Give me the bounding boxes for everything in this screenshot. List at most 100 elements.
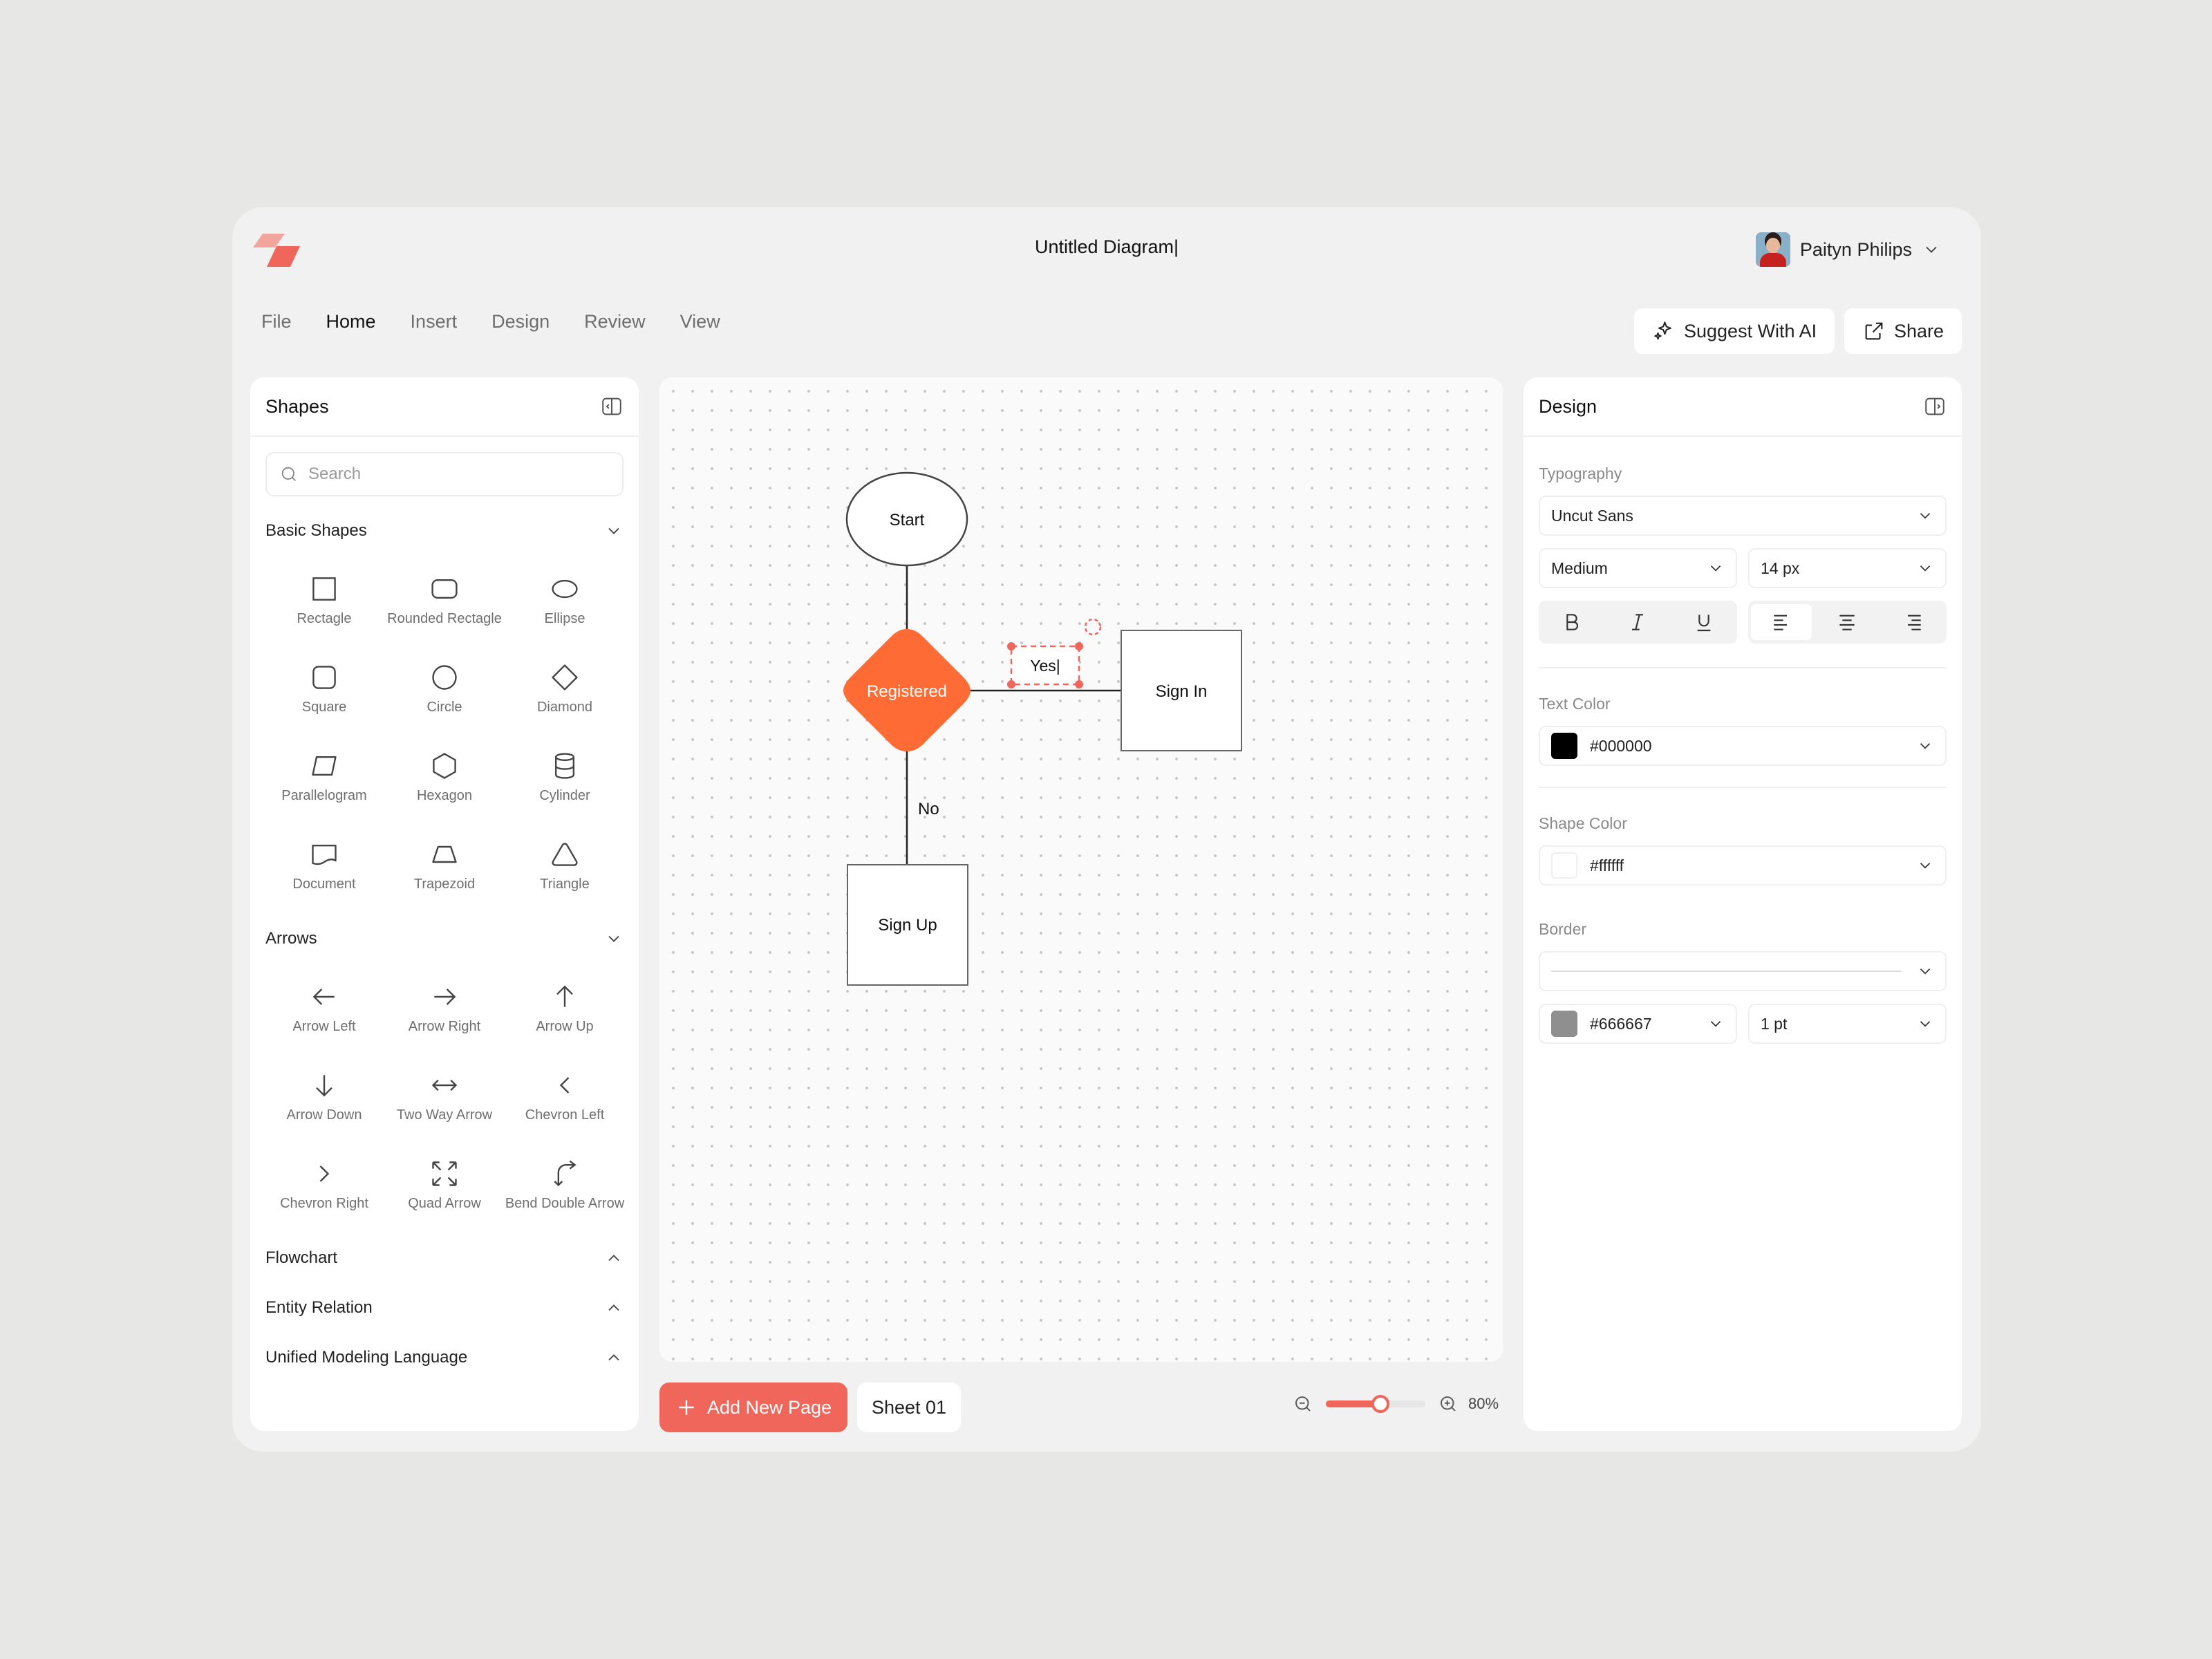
design-panel: Design Typography Uncut Sans Medium 14 p… <box>1524 377 1962 1431</box>
typography-label: Typography <box>1539 465 1622 482</box>
zoom-in-icon[interactable] <box>1438 1394 1459 1414</box>
shape-color-value: #ffffff <box>1590 856 1624 874</box>
shape-chevron-left[interactable]: Chevron Left <box>505 1052 625 1141</box>
sign-in-node[interactable]: Sign In <box>1121 630 1242 751</box>
sign-up-node-label: Sign Up <box>878 916 937 935</box>
shape-circle[interactable]: Circle <box>384 644 505 733</box>
user-menu[interactable]: Paityn Philips <box>1755 232 1941 267</box>
font-weight-select[interactable]: Medium <box>1539 548 1737 588</box>
two-way-arrow-icon <box>431 1079 458 1091</box>
shape-label: Ellipse <box>544 610 585 626</box>
zoom-slider[interactable] <box>1326 1395 1425 1413</box>
shape-color-select[interactable]: #ffffff <box>1539 845 1947 885</box>
sheet-tab[interactable]: Sheet 01 <box>857 1382 961 1432</box>
shape-arrow-up[interactable]: Arrow Up <box>505 964 625 1052</box>
chevron-down-icon <box>1920 863 1931 869</box>
add-new-page-button[interactable]: Add New Page <box>659 1382 847 1432</box>
align-right-button[interactable] <box>1883 604 1944 640</box>
collapse-panel-icon[interactable] <box>1923 395 1947 418</box>
text-color-select[interactable]: #000000 <box>1539 726 1947 766</box>
share-button[interactable]: Share <box>1844 308 1962 354</box>
border-style-preview <box>1551 971 1901 972</box>
shape-bend-double-arrow[interactable]: Bend Double Arrow <box>505 1141 625 1229</box>
shape-quad-arrow[interactable]: Quad Arrow <box>384 1141 505 1229</box>
align-center-button[interactable] <box>1817 604 1877 640</box>
shape-arrow-right[interactable]: Arrow Right <box>384 964 505 1052</box>
shape-document[interactable]: Document <box>264 821 384 910</box>
share-icon <box>1865 322 1883 340</box>
shape-ellipse[interactable]: Ellipse <box>505 556 625 644</box>
arrows-header[interactable]: Arrows <box>250 914 639 964</box>
border-style-select[interactable] <box>1539 951 1947 991</box>
diamond-icon <box>552 664 578 691</box>
shape-label: Parallelogram <box>281 787 367 803</box>
zoom-slider-knob[interactable] <box>1371 1395 1390 1413</box>
collapse-panel-icon[interactable] <box>600 395 624 418</box>
italic-button[interactable] <box>1607 604 1668 640</box>
text-color-swatch <box>1551 733 1577 759</box>
main-menu: File Home Insert Design Review View <box>261 311 720 332</box>
font-size-select[interactable]: 14 px <box>1748 548 1947 588</box>
shape-cylinder[interactable]: Cylinder <box>505 733 625 821</box>
menu-file[interactable]: File <box>261 311 292 332</box>
menu-design[interactable]: Design <box>491 311 550 332</box>
border-color-select[interactable]: #666667 <box>1539 1004 1737 1044</box>
shape-hexagon[interactable]: Hexagon <box>384 733 505 821</box>
suggest-ai-button[interactable]: Suggest With AI <box>1634 308 1835 354</box>
start-node[interactable]: Start <box>845 471 968 567</box>
shape-two-way-arrow[interactable]: Two Way Arrow <box>384 1052 505 1141</box>
shape-label: Chevron Right <box>280 1195 368 1211</box>
uml-section[interactable]: Unified Modeling Language <box>250 1333 639 1382</box>
flowchart-section[interactable]: Flowchart <box>250 1233 639 1283</box>
shape-square[interactable]: Square <box>264 644 384 733</box>
shape-label: Chevron Left <box>525 1107 605 1123</box>
shape-label: Arrow Right <box>408 1018 481 1034</box>
align-left-button[interactable] <box>1750 604 1812 640</box>
zoom-out-icon[interactable] <box>1293 1394 1313 1414</box>
resize-handle[interactable] <box>1075 680 1083 688</box>
flowchart-diagram: Start Registered Sign In Sign Up Yes| No <box>843 471 1242 986</box>
triangle-icon <box>552 842 578 866</box>
menu-home[interactable]: Home <box>326 311 376 332</box>
shape-arrow-down[interactable]: Arrow Down <box>264 1052 384 1141</box>
shape-arrow-left[interactable]: Arrow Left <box>264 964 384 1052</box>
shape-triangle[interactable]: Triangle <box>505 821 625 910</box>
font-size-value: 14 px <box>1761 559 1800 577</box>
diagram-canvas[interactable]: Start Registered Sign In Sign Up Yes| No <box>659 377 1503 1362</box>
shape-label: Arrow Left <box>292 1018 356 1034</box>
border-width-select[interactable]: 1 pt <box>1748 1004 1947 1044</box>
bold-button[interactable] <box>1541 604 1602 640</box>
resize-handle[interactable] <box>1007 680 1015 688</box>
shape-parallelogram[interactable]: Parallelogram <box>264 733 384 821</box>
no-edge-label[interactable]: No <box>918 800 939 818</box>
design-panel-title: Design <box>1539 395 1597 417</box>
text-color-label: Text Color <box>1539 695 1611 713</box>
shape-rounded-rectangle[interactable]: Rounded Rectagle <box>384 556 505 644</box>
shape-trapezoid[interactable]: Trapezoid <box>384 821 505 910</box>
shape-label: Quad Arrow <box>408 1195 481 1211</box>
share-label: Share <box>1894 320 1944 341</box>
chevron-down-icon <box>1710 565 1721 572</box>
shape-label: Hexagon <box>416 787 473 803</box>
search-placeholder: Search <box>308 465 362 483</box>
shape-search-input[interactable]: Search <box>265 452 624 496</box>
resize-handle[interactable] <box>1075 642 1083 650</box>
document-title[interactable]: Untitled Diagram| <box>232 236 1981 258</box>
registered-decision-node[interactable]: Registered <box>843 629 971 751</box>
sign-up-node[interactable]: Sign Up <box>847 864 968 986</box>
shape-diamond[interactable]: Diamond <box>505 644 625 733</box>
shape-rectangle[interactable]: Rectagle <box>264 556 384 644</box>
arrow-down-icon <box>316 1074 332 1096</box>
basic-shapes-header[interactable]: Basic Shapes <box>250 506 639 556</box>
rotate-handle-icon[interactable] <box>1084 618 1102 636</box>
shape-chevron-right[interactable]: Chevron Right <box>264 1141 384 1229</box>
menu-insert[interactable]: Insert <box>411 311 458 332</box>
chevron-down-icon <box>1920 743 1931 749</box>
menu-review[interactable]: Review <box>584 311 646 332</box>
menu-view[interactable]: View <box>680 311 720 332</box>
yes-edge-label[interactable]: Yes| <box>1007 618 1102 688</box>
font-family-select[interactable]: Uncut Sans <box>1539 496 1947 536</box>
entity-relation-section[interactable]: Entity Relation <box>250 1283 639 1333</box>
resize-handle[interactable] <box>1007 642 1015 650</box>
underline-button[interactable] <box>1674 604 1734 640</box>
